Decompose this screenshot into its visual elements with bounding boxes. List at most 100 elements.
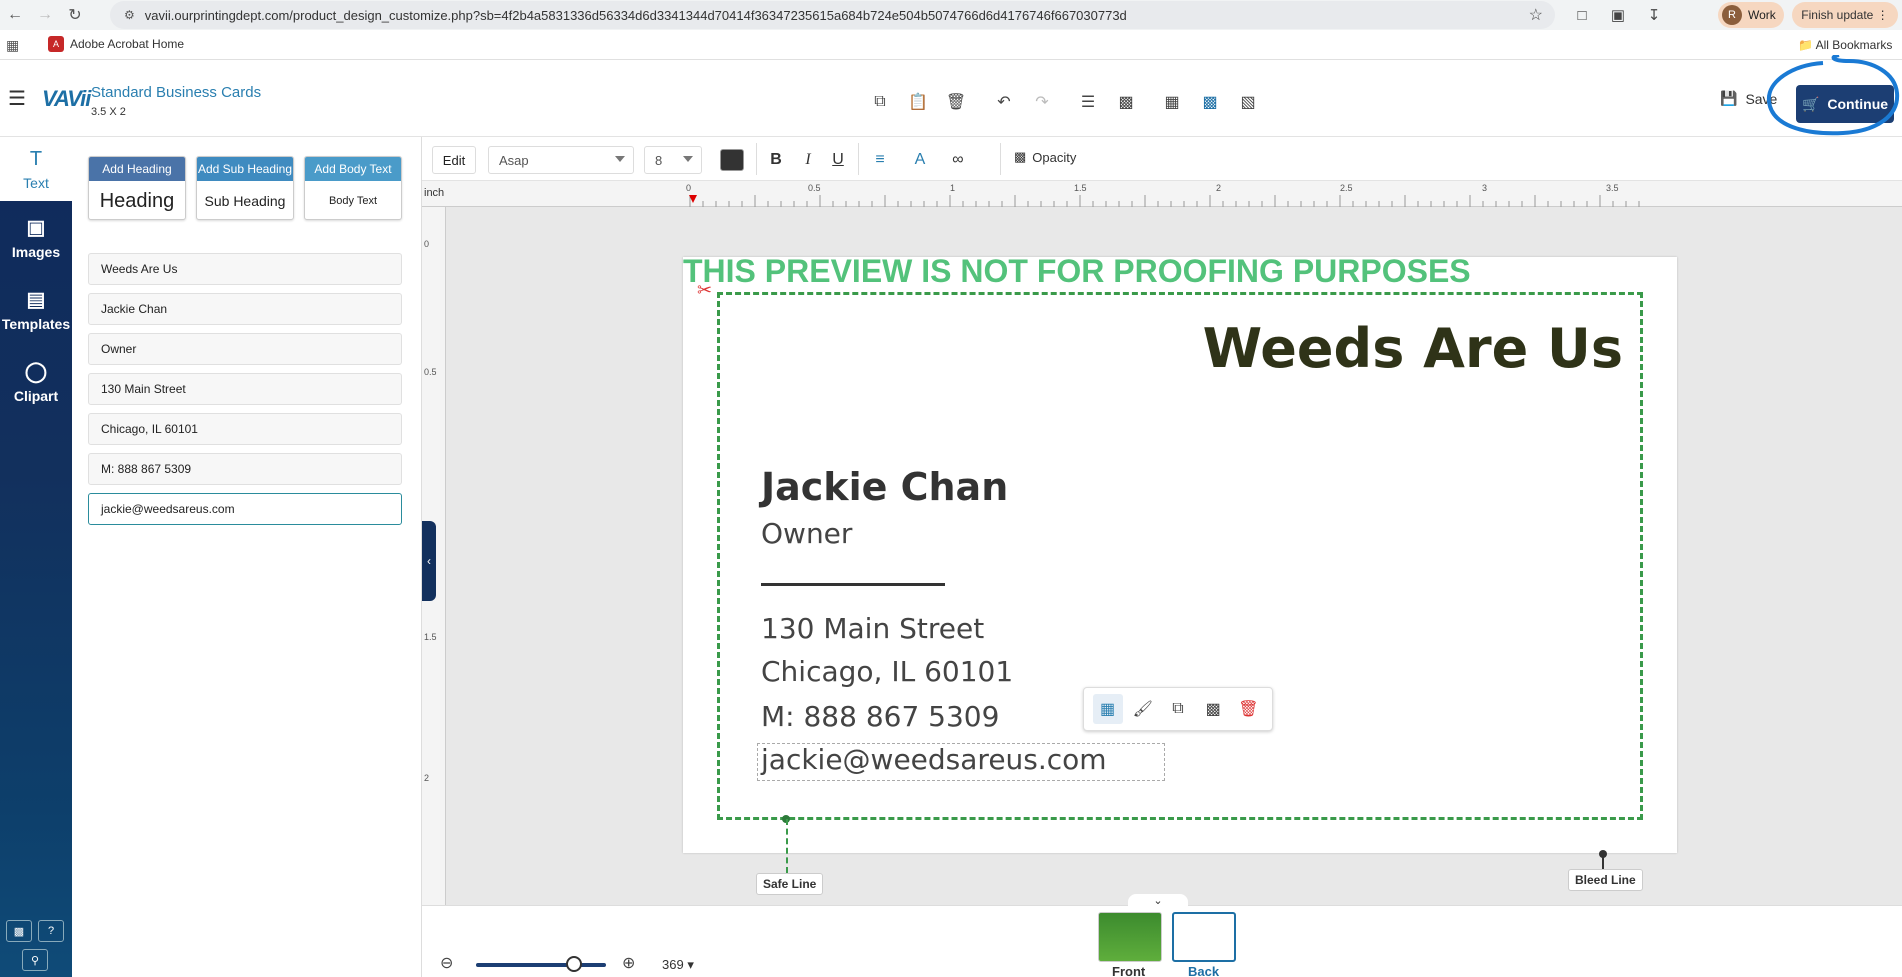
address-bar[interactable]: ⚙ vavii.ourprintingdept.com/product_desi… [110,1,1555,29]
add-sub-heading-button[interactable]: Add Sub Heading [197,157,293,181]
apps-grid-icon[interactable]: ▦ [6,37,19,54]
rail-templates[interactable]: ▤ Templates [0,277,72,341]
front-thumbnail[interactable] [1098,912,1162,962]
zoom-slider[interactable] [476,963,606,967]
text-field-phone[interactable]: M: 888 867 5309 [88,453,402,485]
text-effect-icon[interactable]: A [908,149,932,171]
card-title[interactable]: Owner [761,517,852,550]
acrobat-icon: A [48,36,64,52]
zoom-value-text: 369 [662,957,684,972]
app-header: ☰ VAVii Standard Business Cards 3.5 X 2 … [0,60,1902,137]
card-phone[interactable]: M: 888 867 5309 [761,700,999,733]
text-field-address2[interactable]: Chicago, IL 60101 [88,413,402,445]
collapse-panel-handle[interactable]: ‹ [422,521,436,601]
font-size-value: 8 [655,152,663,168]
all-bookmarks[interactable]: 📁 All Bookmarks [1798,38,1892,52]
edit-button[interactable]: Edit [432,146,476,174]
zoom-in-icon[interactable]: ⊕ [622,953,635,973]
bottom-bar: ⌄ ⊖ ⊕ 369 ▾ Front Back [422,894,1902,977]
rail-clipart[interactable]: ◯ Clipart [0,349,72,413]
redo-icon[interactable]: ↷ [1026,86,1058,118]
tab-search-icon[interactable]: ▣ [1606,6,1630,24]
download-icon[interactable]: ↧ [1642,6,1666,24]
continue-button[interactable]: 🛒 Continue [1796,85,1894,123]
layers-icon[interactable]: ☰ [1072,86,1104,118]
rail-text[interactable]: T Text [0,137,72,201]
add-heading-button[interactable]: Add Heading [89,157,185,181]
text-field-address1[interactable]: 130 Main Street [88,373,402,405]
help-icon[interactable]: ? [38,920,64,942]
delete-icon[interactable]: 🗑 [940,86,972,118]
font-select[interactable]: Asap [488,146,634,174]
font-value: Asap [499,152,529,168]
zoom-out-icon[interactable]: ⊖ [440,953,453,973]
card-company[interactable]: Weeds Are Us [1203,317,1623,380]
card-address2[interactable]: Chicago, IL 60101 [761,655,1013,688]
add-body-text-card[interactable]: Add Body Text Body Text [304,156,402,220]
back-label[interactable]: Back [1188,964,1219,977]
text-layer-icon[interactable]: ▩ [1110,86,1142,118]
italic-icon[interactable]: I [796,149,820,171]
text-field-company[interactable]: Weeds Are Us [88,253,402,285]
card-email[interactable]: jackie@weedsareus.com [761,743,1107,776]
text-replace-icon[interactable]: ▩ [1198,694,1228,724]
paste-icon[interactable]: 📋 [902,86,934,118]
front-label[interactable]: Front [1112,964,1145,977]
card-address1[interactable]: 130 Main Street [761,612,984,645]
guides-icon[interactable]: ▧ [1232,86,1264,118]
back-thumbnail[interactable] [1172,912,1236,962]
save-button[interactable]: 💾 Save [1720,90,1777,107]
heading-sample: Heading [99,189,175,212]
chevron-down-icon[interactable]: ⌄ [1128,894,1188,908]
font-size-select[interactable]: 8 [644,146,702,174]
menu-icon[interactable]: ☰ [8,86,26,111]
letter-spacing-icon[interactable]: ∞ [946,149,970,171]
zoom-value[interactable]: 369 ▾ [662,957,694,973]
undo-icon[interactable]: ↶ [988,86,1020,118]
text-color-swatch[interactable] [720,149,744,171]
underline-icon[interactable]: U [826,149,850,171]
align-icon[interactable]: ▦ [1092,694,1123,724]
add-heading-card[interactable]: Add Heading Heading [88,156,186,220]
ruler-top: inch 0 0.5 1 1.5 2 2.5 3 3.5 [422,181,1902,207]
text-icon: T [29,147,43,170]
ruler-top-ticks [689,195,1640,207]
back-icon[interactable]: ← [0,0,30,30]
finish-update-button[interactable]: Finish update ⋮ [1792,2,1898,28]
add-body-text-button[interactable]: Add Body Text [305,157,401,181]
align-left-icon[interactable]: ≡ [868,149,892,171]
zoom-slider-handle[interactable] [565,956,582,972]
bold-icon[interactable]: B [764,149,788,171]
card-divider-line[interactable] [761,583,945,586]
extension-icons: □ ▣ ↧ [1570,2,1666,28]
text-field-title[interactable]: Owner [88,333,402,365]
site-info-icon[interactable]: ⚙ [124,8,135,22]
profile-button[interactable]: R Work [1718,2,1784,28]
copy-icon[interactable]: ⧉ [864,86,896,118]
bleed-toggle-icon[interactable]: ▩ [1194,86,1226,118]
reload-icon[interactable]: ↻ [60,0,90,30]
templates-icon: ▤ [26,288,46,311]
opacity-button[interactable]: ▩ Opacity [1014,149,1076,165]
url-text[interactable]: vavii.ourprintingdept.com/product_design… [145,8,1127,23]
grid-icon[interactable]: ▦ [1156,86,1188,118]
all-bookmarks-label: All Bookmarks [1815,38,1893,52]
tip-icon[interactable]: ⚲ [22,949,48,971]
text-field-email[interactable]: jackie@weedsareus.com [88,493,402,525]
format-painter-icon[interactable]: 🖌 [1128,694,1158,724]
chat-icon[interactable]: ▩ [6,920,32,942]
bookmark-star-icon[interactable]: ☆ [1529,5,1543,25]
duplicate-icon[interactable]: ⧉ [1163,694,1193,724]
format-toolbar: Edit Asap 8 B I U ≡ A ∞ ▩ Opacity [422,137,1902,181]
extensions-icon[interactable]: □ [1570,7,1594,24]
add-sub-heading-card[interactable]: Add Sub Heading Sub Heading [196,156,294,220]
edit-tools: ⧉ 📋 🗑 [864,86,972,118]
bookmark-acrobat[interactable]: A Adobe Acrobat Home [48,36,184,52]
trash-icon[interactable]: 🗑 [1233,694,1263,724]
canvas-area[interactable]: inch 0 0.5 1 1.5 2 2.5 3 3.5 0 0.5 1.5 2… [422,181,1902,905]
forward-icon[interactable]: → [30,0,60,30]
text-field-name[interactable]: Jackie Chan [88,293,402,325]
business-card[interactable]: THIS PREVIEW IS NOT FOR PROOFING PURPOSE… [683,253,1677,853]
rail-images[interactable]: ▣ Images [0,205,72,269]
card-name[interactable]: Jackie Chan [761,465,1008,509]
